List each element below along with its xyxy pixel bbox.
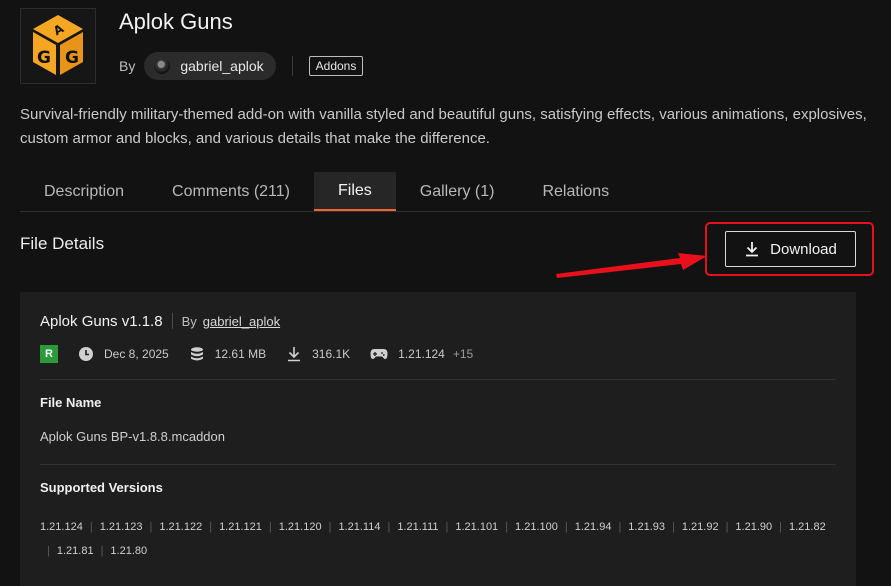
release-badge: R (40, 345, 58, 363)
download-label: Download (770, 240, 837, 258)
tab-files[interactable]: Files (314, 172, 396, 211)
version-item: 1.21.94 (558, 515, 612, 539)
downloads-text: 316.1K (312, 347, 351, 361)
project-logo: A G G (20, 8, 96, 84)
file-game-version: 1.21.124 +15 (370, 347, 473, 361)
author-name: gabriel_aplok (180, 58, 264, 74)
version-item: 1.21.121 (202, 515, 262, 539)
file-name-value: Aplok Guns BP-v1.8.8.mcaddon (40, 429, 225, 444)
tab-description[interactable]: Description (20, 172, 148, 211)
tabs-divider (20, 211, 871, 212)
version-item: 1.21.124 (40, 521, 83, 533)
svg-text:G: G (65, 48, 79, 68)
download-button[interactable]: Download (725, 231, 856, 267)
file-author-link[interactable]: gabriel_aplok (203, 314, 280, 329)
version-item: 1.21.82 (772, 515, 826, 539)
version-item: 1.21.111 (380, 515, 438, 539)
size-text: 12.61 MB (214, 347, 267, 361)
file-date: Dec 8, 2025 (78, 346, 169, 362)
version-item: 1.21.101 (439, 515, 498, 539)
by-label: By (181, 313, 197, 329)
file-meta-row: R Dec 8, 2025 12.61 MB 316.1K 1.21.124 +… (40, 343, 493, 365)
database-icon (190, 347, 203, 361)
file-name-label: File Name (40, 395, 102, 410)
supported-versions-label: Supported Versions (40, 480, 163, 495)
tab-relations[interactable]: Relations (518, 172, 633, 211)
version-item: 1.21.81 (40, 539, 94, 563)
category-tag[interactable]: Addons (308, 56, 364, 76)
version-item: 1.21.90 (719, 515, 772, 539)
download-icon (746, 242, 759, 257)
avatar (154, 58, 171, 74)
author-chip[interactable]: gabriel_aplok (144, 52, 276, 80)
version-item: 1.21.120 (262, 515, 322, 539)
author-row: By gabriel_aplok Addons (119, 51, 364, 81)
divider (40, 379, 836, 380)
version-item: 1.21.80 (94, 539, 147, 563)
tab-comments[interactable]: Comments (211) (148, 172, 314, 211)
file-card: Aplok Guns v1.1.8 By gabriel_aplok R Dec… (20, 292, 856, 586)
project-tabs: Description Comments (211) Files Gallery… (20, 172, 633, 211)
version-item: 1.21.93 (611, 515, 665, 539)
version-item: 1.21.123 (83, 515, 143, 539)
tab-gallery[interactable]: Gallery (1) (396, 172, 519, 211)
annotation-arrow-icon (556, 253, 707, 278)
version-item: 1.21.122 (143, 515, 202, 539)
supported-versions-list: 1.21.1241.21.1231.21.1221.21.1211.21.120… (40, 515, 830, 563)
divider (171, 313, 173, 329)
file-card-header: Aplok Guns v1.1.8 By gabriel_aplok (40, 310, 280, 332)
project-title: Aplok Guns (119, 9, 233, 34)
version-item: 1.21.92 (665, 515, 719, 539)
clock-icon (79, 347, 93, 361)
divider (291, 56, 293, 76)
download-icon (288, 347, 301, 362)
by-label: By (119, 58, 136, 74)
version-item: 1.21.100 (498, 515, 558, 539)
aplok-cube-logo-icon: A G G (33, 15, 83, 75)
gamepad-icon (370, 349, 388, 360)
project-summary: Survival-friendly military-themed add-on… (20, 106, 867, 147)
version-item: 1.21.114 (322, 515, 380, 539)
svg-text:G: G (37, 48, 51, 68)
game-version-text: 1.21.124 (398, 347, 445, 361)
more-versions-count: +15 (452, 347, 474, 361)
divider (40, 464, 836, 465)
file-size: 12.61 MB (189, 346, 266, 362)
file-downloads: 316.1K (286, 346, 350, 362)
file-details-heading: File Details (20, 234, 105, 253)
file-title: Aplok Guns v1.1.8 (40, 312, 163, 330)
date-text: Dec 8, 2025 (104, 347, 169, 361)
